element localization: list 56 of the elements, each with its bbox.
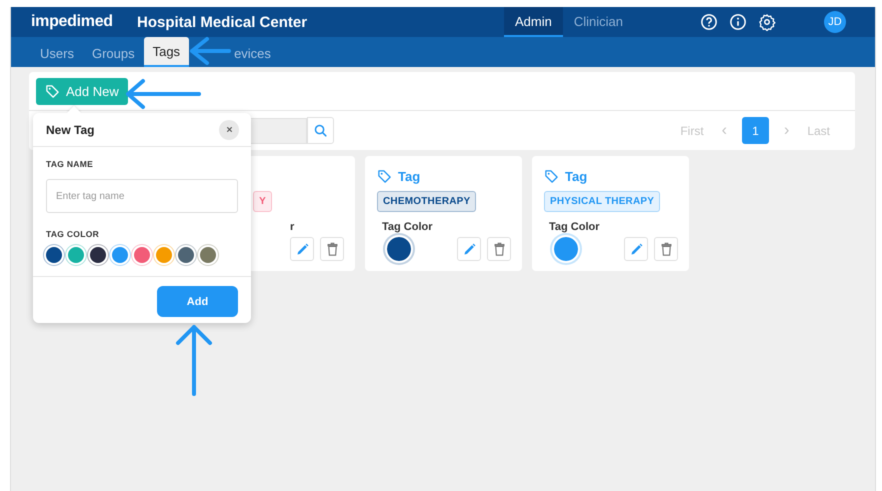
field-label: Tag Color (382, 221, 434, 233)
close-icon (224, 125, 234, 134)
tag-icon (377, 168, 392, 184)
help-icon[interactable] (700, 13, 718, 31)
tag-name-input[interactable]: Enter tag name (46, 179, 238, 213)
trash-icon (658, 242, 674, 256)
nav-tab[interactable]: Groups (82, 39, 144, 67)
annotation-arrow (189, 37, 231, 65)
add-button[interactable]: Add (157, 286, 238, 317)
color-option[interactable] (134, 247, 150, 263)
info-icon[interactable] (729, 13, 747, 31)
close-button[interactable] (219, 120, 239, 140)
annotation-arrow (175, 324, 213, 396)
color-option[interactable] (68, 247, 84, 263)
card-title: Tag (398, 168, 420, 184)
tag-icon (45, 84, 60, 98)
tag-label: PHYSICAL THERAPY (544, 191, 660, 212)
delete-button[interactable] (654, 237, 678, 261)
trash-icon (324, 242, 340, 256)
pencil-icon (462, 242, 476, 256)
color-option[interactable] (46, 247, 62, 263)
color-option[interactable] (156, 247, 172, 263)
delete-button[interactable] (487, 237, 511, 261)
mode-tab[interactable]: Clinician (562, 7, 634, 37)
add-new-button[interactable]: Add New (36, 78, 128, 104)
trash-icon (492, 242, 506, 256)
app-title: Hospital Medical Center (137, 14, 308, 30)
color-option[interactable] (90, 247, 106, 263)
mode-tab[interactable]: Admin (504, 7, 563, 37)
tag-label: Y (253, 191, 272, 212)
delete-button[interactable] (320, 237, 344, 261)
search-icon (313, 123, 328, 138)
color-option[interactable] (200, 247, 216, 263)
color-option[interactable] (112, 247, 128, 263)
pencil-icon (294, 242, 310, 256)
nav-tab[interactable]: Tags (144, 37, 190, 67)
field-label: TAG COLOR (46, 229, 100, 239)
logo[interactable]: impedimed (31, 13, 137, 31)
page-button[interactable]: 1 (742, 117, 769, 144)
user-avatar[interactable]: JD (824, 11, 846, 33)
field-label: TAG NAME (46, 159, 94, 169)
edit-button[interactable] (624, 237, 648, 261)
edit-button[interactable] (290, 237, 314, 261)
nav-tab[interactable]: evices (232, 39, 280, 67)
tag-label: CHEMOTHERAPY (377, 191, 476, 212)
search-button[interactable] (307, 117, 334, 144)
edit-button[interactable] (457, 237, 481, 261)
field-label: r (290, 221, 294, 233)
card-title: Tag (565, 168, 588, 184)
color-option[interactable] (178, 247, 194, 263)
tag-icon (544, 168, 559, 184)
pencil-icon (628, 242, 644, 256)
settings-icon[interactable] (758, 13, 776, 31)
nav-tab[interactable]: Users (31, 39, 83, 67)
popover-title: New Tag (46, 122, 94, 136)
field-label: Tag Color (549, 221, 601, 233)
